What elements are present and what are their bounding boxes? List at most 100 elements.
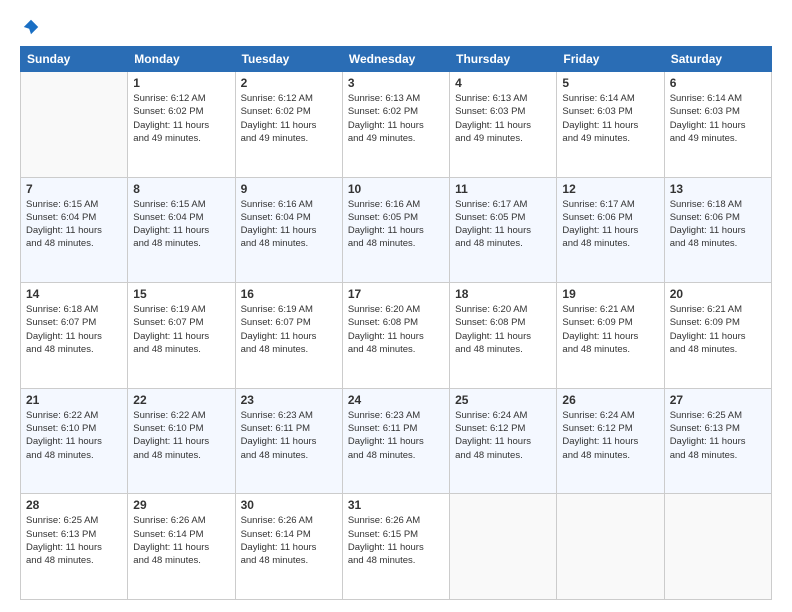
day-number: 19 bbox=[562, 287, 658, 301]
day-number: 30 bbox=[241, 498, 337, 512]
calendar-cell: 11 Sunrise: 6:17 AMSunset: 6:05 PMDayligh… bbox=[450, 177, 557, 283]
calendar-cell: 18 Sunrise: 6:20 AMSunset: 6:08 PMDayligh… bbox=[450, 283, 557, 389]
day-number: 8 bbox=[133, 182, 229, 196]
calendar-cell bbox=[557, 494, 664, 600]
calendar-cell: 3 Sunrise: 6:13 AMSunset: 6:02 PMDaylight… bbox=[342, 72, 449, 178]
calendar-cell: 25 Sunrise: 6:24 AMSunset: 6:12 PMDayligh… bbox=[450, 388, 557, 494]
day-number: 18 bbox=[455, 287, 551, 301]
day-number: 25 bbox=[455, 393, 551, 407]
day-info: Sunrise: 6:24 AMSunset: 6:12 PMDaylight:… bbox=[562, 409, 658, 462]
weekday-header-sunday: Sunday bbox=[21, 47, 128, 72]
day-number: 26 bbox=[562, 393, 658, 407]
day-info: Sunrise: 6:14 AMSunset: 6:03 PMDaylight:… bbox=[562, 92, 658, 145]
day-number: 11 bbox=[455, 182, 551, 196]
calendar-cell: 24Sunrise: 6:23 AMSunset: 6:11 PMDayligh… bbox=[342, 388, 449, 494]
day-number: 20 bbox=[670, 287, 766, 301]
day-number: 17 bbox=[348, 287, 444, 301]
calendar-cell: 5 Sunrise: 6:14 AMSunset: 6:03 PMDaylight… bbox=[557, 72, 664, 178]
day-info: Sunrise: 6:13 AMSunset: 6:02 PMDaylight:… bbox=[348, 92, 444, 145]
weekday-header-monday: Monday bbox=[128, 47, 235, 72]
day-info: Sunrise: 6:20 AMSunset: 6:08 PMDaylight:… bbox=[455, 303, 551, 356]
day-number: 27 bbox=[670, 393, 766, 407]
calendar-cell: 12 Sunrise: 6:17 AMSunset: 6:06 PMDayligh… bbox=[557, 177, 664, 283]
day-number: 5 bbox=[562, 76, 658, 90]
weekday-header-row: SundayMondayTuesdayWednesdayThursdayFrid… bbox=[21, 47, 772, 72]
day-info: Sunrise: 6:18 AMSunset: 6:07 PMDaylight:… bbox=[26, 303, 122, 356]
calendar-cell: 9 Sunrise: 6:16 AMSunset: 6:04 PMDaylight… bbox=[235, 177, 342, 283]
calendar-cell: 26 Sunrise: 6:24 AMSunset: 6:12 PMDayligh… bbox=[557, 388, 664, 494]
day-number: 6 bbox=[670, 76, 766, 90]
page: SundayMondayTuesdayWednesdayThursdayFrid… bbox=[0, 0, 792, 612]
logo-icon bbox=[22, 18, 40, 36]
day-info: Sunrise: 6:16 AMSunset: 6:05 PMDaylight:… bbox=[348, 198, 444, 251]
calendar-cell: 15Sunrise: 6:19 AMSunset: 6:07 PMDayligh… bbox=[128, 283, 235, 389]
calendar-cell: 4 Sunrise: 6:13 AMSunset: 6:03 PMDaylight… bbox=[450, 72, 557, 178]
day-info: Sunrise: 6:12 AMSunset: 6:02 PMDaylight:… bbox=[133, 92, 229, 145]
day-number: 22 bbox=[133, 393, 229, 407]
day-number: 10 bbox=[348, 182, 444, 196]
day-info: Sunrise: 6:12 AMSunset: 6:02 PMDaylight:… bbox=[241, 92, 337, 145]
day-number: 2 bbox=[241, 76, 337, 90]
day-info: Sunrise: 6:14 AMSunset: 6:03 PMDaylight:… bbox=[670, 92, 766, 145]
calendar-cell bbox=[21, 72, 128, 178]
day-number: 21 bbox=[26, 393, 122, 407]
day-info: Sunrise: 6:25 AMSunset: 6:13 PMDaylight:… bbox=[26, 514, 122, 567]
day-info: Sunrise: 6:21 AMSunset: 6:09 PMDaylight:… bbox=[562, 303, 658, 356]
calendar-cell: 22 Sunrise: 6:22 AMSunset: 6:10 PMDayligh… bbox=[128, 388, 235, 494]
weekday-header-friday: Friday bbox=[557, 47, 664, 72]
weekday-header-saturday: Saturday bbox=[664, 47, 771, 72]
day-number: 31 bbox=[348, 498, 444, 512]
calendar-cell: 21Sunrise: 6:22 AMSunset: 6:10 PMDayligh… bbox=[21, 388, 128, 494]
day-info: Sunrise: 6:26 AMSunset: 6:14 PMDaylight:… bbox=[241, 514, 337, 567]
week-row-1: 1 Sunrise: 6:12 AMSunset: 6:02 PMDaylight… bbox=[21, 72, 772, 178]
day-number: 9 bbox=[241, 182, 337, 196]
calendar-cell: 17Sunrise: 6:20 AMSunset: 6:08 PMDayligh… bbox=[342, 283, 449, 389]
day-info: Sunrise: 6:22 AMSunset: 6:10 PMDaylight:… bbox=[133, 409, 229, 462]
day-number: 4 bbox=[455, 76, 551, 90]
day-info: Sunrise: 6:25 AMSunset: 6:13 PMDaylight:… bbox=[670, 409, 766, 462]
calendar-cell: 30 Sunrise: 6:26 AMSunset: 6:14 PMDayligh… bbox=[235, 494, 342, 600]
day-info: Sunrise: 6:15 AMSunset: 6:04 PMDaylight:… bbox=[26, 198, 122, 251]
weekday-header-wednesday: Wednesday bbox=[342, 47, 449, 72]
calendar-cell: 23 Sunrise: 6:23 AMSunset: 6:11 PMDayligh… bbox=[235, 388, 342, 494]
calendar-cell: 6 Sunrise: 6:14 AMSunset: 6:03 PMDaylight… bbox=[664, 72, 771, 178]
day-number: 1 bbox=[133, 76, 229, 90]
day-number: 12 bbox=[562, 182, 658, 196]
day-number: 29 bbox=[133, 498, 229, 512]
calendar-table: SundayMondayTuesdayWednesdayThursdayFrid… bbox=[20, 46, 772, 600]
calendar-cell bbox=[664, 494, 771, 600]
day-info: Sunrise: 6:16 AMSunset: 6:04 PMDaylight:… bbox=[241, 198, 337, 251]
calendar-cell: 29 Sunrise: 6:26 AMSunset: 6:14 PMDayligh… bbox=[128, 494, 235, 600]
week-row-2: 7 Sunrise: 6:15 AMSunset: 6:04 PMDaylight… bbox=[21, 177, 772, 283]
day-number: 7 bbox=[26, 182, 122, 196]
logo bbox=[20, 18, 40, 36]
calendar-cell: 16Sunrise: 6:19 AMSunset: 6:07 PMDayligh… bbox=[235, 283, 342, 389]
calendar-cell: 14 Sunrise: 6:18 AMSunset: 6:07 PMDayligh… bbox=[21, 283, 128, 389]
day-info: Sunrise: 6:26 AMSunset: 6:14 PMDaylight:… bbox=[133, 514, 229, 567]
day-number: 23 bbox=[241, 393, 337, 407]
day-info: Sunrise: 6:23 AMSunset: 6:11 PMDaylight:… bbox=[241, 409, 337, 462]
day-info: Sunrise: 6:26 AMSunset: 6:15 PMDaylight:… bbox=[348, 514, 444, 567]
calendar-cell: 10 Sunrise: 6:16 AMSunset: 6:05 PMDayligh… bbox=[342, 177, 449, 283]
day-info: Sunrise: 6:23 AMSunset: 6:11 PMDaylight:… bbox=[348, 409, 444, 462]
calendar-cell: 2 Sunrise: 6:12 AMSunset: 6:02 PMDaylight… bbox=[235, 72, 342, 178]
calendar-cell: 8Sunrise: 6:15 AMSunset: 6:04 PMDaylight… bbox=[128, 177, 235, 283]
week-row-3: 14 Sunrise: 6:18 AMSunset: 6:07 PMDayligh… bbox=[21, 283, 772, 389]
calendar-cell: 20Sunrise: 6:21 AMSunset: 6:09 PMDayligh… bbox=[664, 283, 771, 389]
calendar-cell: 27 Sunrise: 6:25 AMSunset: 6:13 PMDayligh… bbox=[664, 388, 771, 494]
day-info: Sunrise: 6:17 AMSunset: 6:06 PMDaylight:… bbox=[562, 198, 658, 251]
calendar-cell: 1 Sunrise: 6:12 AMSunset: 6:02 PMDaylight… bbox=[128, 72, 235, 178]
weekday-header-thursday: Thursday bbox=[450, 47, 557, 72]
day-number: 28 bbox=[26, 498, 122, 512]
day-info: Sunrise: 6:18 AMSunset: 6:06 PMDaylight:… bbox=[670, 198, 766, 251]
day-info: Sunrise: 6:17 AMSunset: 6:05 PMDaylight:… bbox=[455, 198, 551, 251]
week-row-4: 21 Sunrise: 6:22 AMSunset: 6:10 PMDayligh… bbox=[21, 388, 772, 494]
calendar-cell: 28 Sunrise: 6:25 AMSunset: 6:13 PMDayligh… bbox=[21, 494, 128, 600]
calendar-cell: 31 Sunrise: 6:26 AMSunset: 6:15 PMDayligh… bbox=[342, 494, 449, 600]
calendar-cell: 13Sunrise: 6:18 AMSunset: 6:06 PMDayligh… bbox=[664, 177, 771, 283]
header bbox=[20, 18, 772, 36]
day-number: 14 bbox=[26, 287, 122, 301]
day-info: Sunrise: 6:13 AMSunset: 6:03 PMDaylight:… bbox=[455, 92, 551, 145]
day-number: 3 bbox=[348, 76, 444, 90]
day-info: Sunrise: 6:24 AMSunset: 6:12 PMDaylight:… bbox=[455, 409, 551, 462]
